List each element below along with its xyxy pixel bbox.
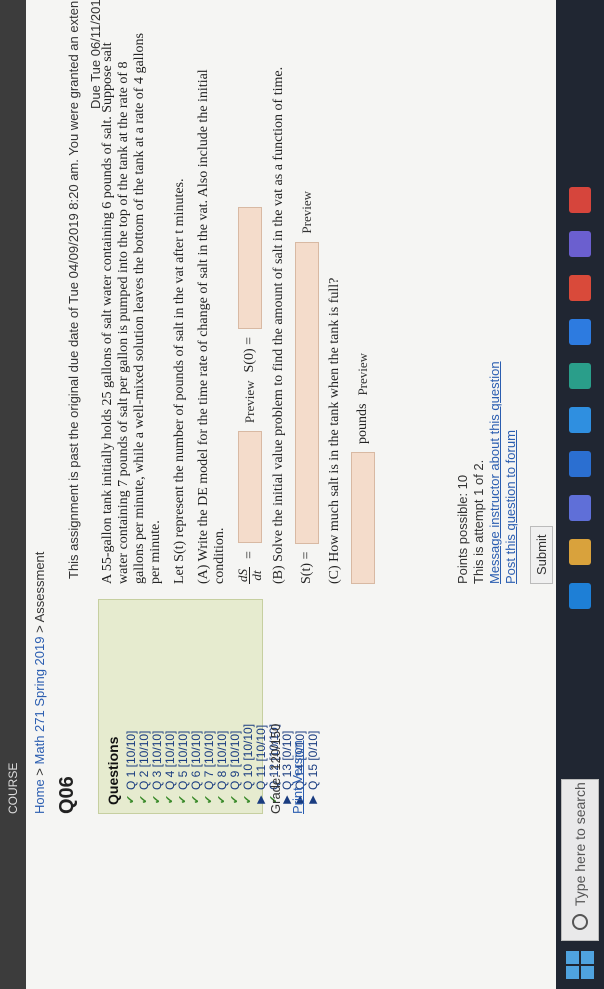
explorer-icon[interactable] (569, 539, 591, 565)
check-icon: ✔ (190, 794, 202, 805)
past-due-notice: This assignment is past the original due… (66, 0, 81, 579)
check-icon: ✔ (164, 794, 176, 805)
taskbar-search[interactable]: Type here to search (561, 779, 599, 941)
question-footer: Points possible: 10 This is attempt 1 of… (455, 361, 519, 584)
part-a-text: (A) Write the DE model for the time rate… (196, 69, 227, 584)
edge-icon[interactable] (569, 583, 591, 609)
teams-icon[interactable] (569, 231, 591, 257)
store-icon[interactable] (569, 495, 591, 521)
part-c-text: (C) How much salt is in the tank when th… (327, 277, 342, 584)
sidebar-question-15[interactable]: ▶ Q 15 [0/10] (306, 608, 320, 805)
post-forum-link[interactable]: Post this question to forum (503, 361, 519, 584)
part-b-text: (B) Solve the initial value problem to f… (271, 66, 286, 584)
word-icon[interactable] (569, 451, 591, 477)
grade-text: Grade: 120/150 (268, 723, 283, 814)
question-body: A 55-gallon tank initially holds 25 gall… (100, 24, 383, 584)
breadcrumb-home[interactable]: Home (32, 779, 47, 814)
submit-button[interactable]: Submit (530, 525, 553, 584)
photos-icon[interactable] (569, 319, 591, 345)
windows-start-icon[interactable] (566, 951, 594, 979)
taskbar: Type here to search (556, 0, 604, 989)
check-icon: ✔ (151, 794, 163, 805)
maps-icon[interactable] (569, 363, 591, 389)
page-title: Q06 (56, 776, 78, 814)
part-a-row: dS dt = Preview S(0) = (235, 24, 264, 584)
check-icon: ✔ (177, 794, 189, 805)
check-icon: ✔ (229, 794, 241, 805)
print-version-link[interactable]: Print Version (290, 740, 305, 814)
preview-button-c[interactable]: Preview (355, 353, 371, 396)
question-let: Let S(t) represent the number of pounds … (172, 178, 187, 584)
site-brand: COURSE (6, 762, 20, 814)
site-header: COURSE (0, 0, 26, 989)
de-answer-input[interactable] (237, 431, 262, 544)
screen: COURSE Home > Math 271 Spring 2019 > Ass… (0, 0, 604, 989)
check-icon: ✔ (216, 794, 228, 805)
st-answer-input[interactable] (295, 241, 319, 544)
message-instructor-link[interactable]: Message instructor about this question (487, 361, 503, 584)
breadcrumb-page: Assessment (32, 551, 47, 623)
s0-answer-input[interactable] (237, 206, 262, 329)
media-icon[interactable] (569, 275, 591, 301)
questions-heading: Questions (105, 736, 121, 805)
arrow-icon: ▶ (307, 795, 319, 804)
st-label: S(t) = (299, 551, 314, 584)
questions-panel: Questions ✔ Q 1 [10/10] ✔ Q 2 [10/10] ✔ Q 3 [… (98, 599, 320, 814)
arrow-icon: ▶ (255, 795, 267, 804)
pounds-label: pounds (355, 403, 370, 444)
part-b-row: S(t) = Preview (295, 24, 319, 584)
search-icon (572, 914, 588, 930)
breadcrumb-course[interactable]: Math 271 Spring 2019 (32, 637, 47, 765)
chrome-icon[interactable] (569, 187, 591, 213)
check-icon: ✔ (203, 794, 215, 805)
salt-answer-input[interactable] (351, 452, 375, 584)
preview-button-b[interactable]: Preview (299, 191, 315, 234)
points-possible: Points possible: 10 (455, 474, 470, 584)
derivative-label: dS dt (235, 567, 264, 584)
check-icon: ✔ (125, 794, 137, 805)
check-icon: ✔ (138, 794, 150, 805)
attempt-text: This is attempt 1 of 2. (471, 459, 486, 584)
question-prompt: A 55-gallon tank initially holds 25 gall… (100, 33, 163, 584)
browser-page: COURSE Home > Math 271 Spring 2019 > Ass… (0, 0, 556, 989)
mail-icon[interactable] (569, 407, 591, 433)
part-c-row: pounds Preview (351, 24, 375, 584)
sidebar-question-label: Q 15 [0/10] (306, 730, 320, 790)
breadcrumb: Home > Math 271 Spring 2019 > Assessment (32, 551, 47, 814)
taskbar-apps (569, 187, 591, 609)
check-icon: ✔ (242, 794, 254, 805)
s0-label: S(0) = (241, 336, 257, 373)
preview-button-a[interactable]: Preview (242, 380, 258, 423)
